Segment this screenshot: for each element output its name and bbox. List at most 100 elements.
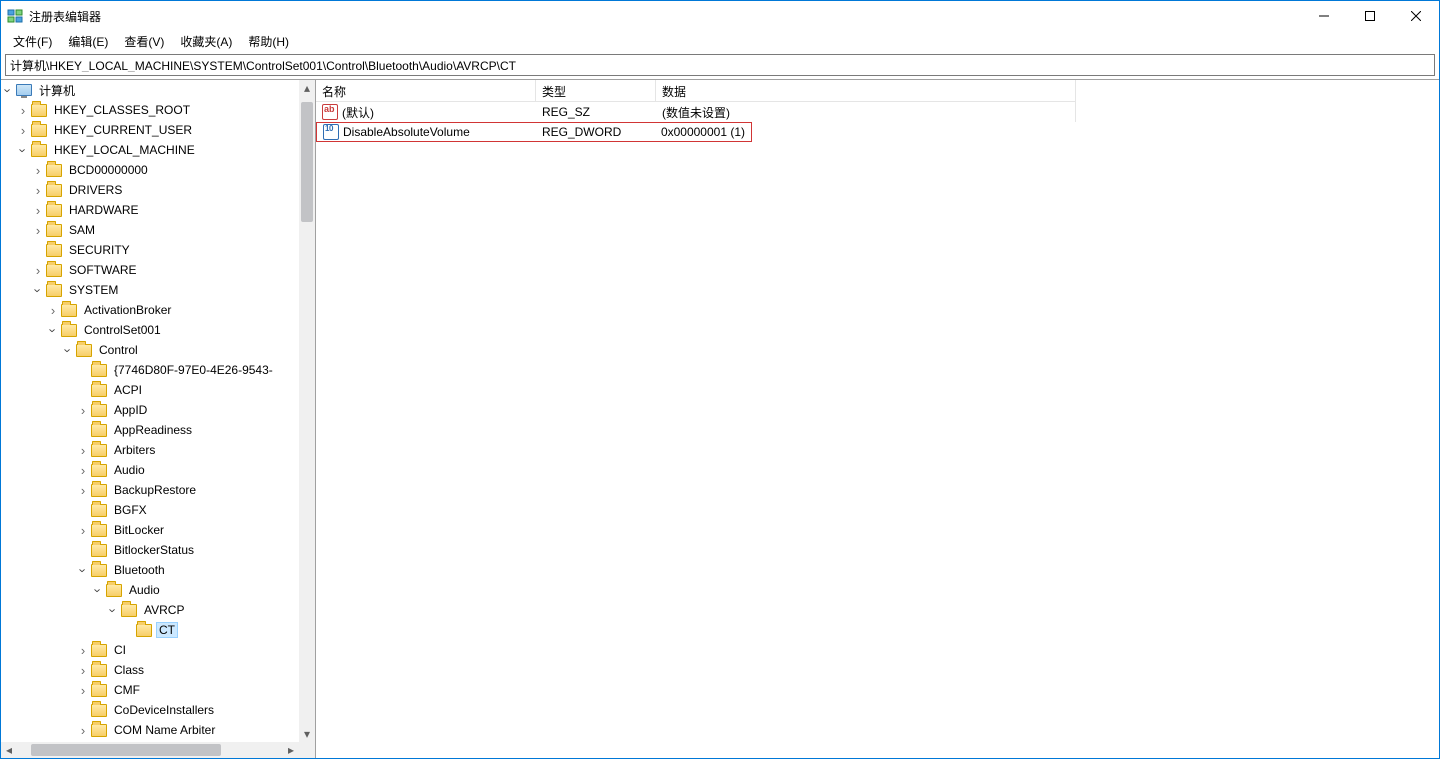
expand-icon[interactable] — [61, 343, 75, 357]
expand-icon[interactable] — [46, 323, 60, 337]
menu-favorites[interactable]: 收藏夹(A) — [172, 31, 240, 52]
expand-icon[interactable] — [76, 483, 90, 497]
tree-item-bcd[interactable]: BCD00000000 — [1, 160, 299, 180]
tree-label: SAM — [66, 222, 98, 238]
folder-icon — [31, 144, 47, 157]
tree-item-controlset001[interactable]: ControlSet001 — [1, 320, 299, 340]
expand-icon[interactable] — [106, 603, 120, 617]
tree-item-hklm[interactable]: HKEY_LOCAL_MACHINE — [1, 140, 299, 160]
tree-item-audio[interactable]: Audio — [1, 460, 299, 480]
folder-icon — [46, 224, 62, 237]
expand-spacer — [31, 243, 45, 257]
expand-icon[interactable] — [76, 683, 90, 697]
tree-item-hkcr[interactable]: HKEY_CLASSES_ROOT — [1, 100, 299, 120]
expand-icon[interactable] — [76, 403, 90, 417]
tree-item-ct[interactable]: CT — [1, 620, 299, 640]
value-type: REG_DWORD — [542, 125, 621, 139]
value-name: DisableAbsoluteVolume — [343, 125, 470, 139]
tree-item-ci[interactable]: CI — [1, 640, 299, 660]
address-input[interactable] — [10, 58, 1430, 72]
titlebar[interactable]: 注册表编辑器 — [1, 1, 1439, 31]
menu-view[interactable]: 查看(V) — [116, 31, 172, 52]
maximize-button[interactable] — [1347, 1, 1393, 31]
column-header-data[interactable]: 数据 — [656, 80, 1076, 102]
main-split: 计算机 HKEY_CLASSES_ROOT HKEY_CURRENT_USER — [1, 79, 1439, 758]
expand-icon[interactable] — [76, 463, 90, 477]
tree-item-control[interactable]: Control — [1, 340, 299, 360]
expand-icon[interactable] — [16, 143, 30, 157]
tree-item-bluetooth[interactable]: Bluetooth — [1, 560, 299, 580]
tree-item-codeviceinstallers[interactable]: CoDeviceInstallers — [1, 700, 299, 720]
tree-item-drivers[interactable]: DRIVERS — [1, 180, 299, 200]
expand-icon[interactable] — [76, 523, 90, 537]
tree-item-bitlockerstatus[interactable]: BitlockerStatus — [1, 540, 299, 560]
tree-item-guid[interactable]: {7746D80F-97E0-4E26-9543- — [1, 360, 299, 380]
folder-icon — [91, 544, 107, 557]
column-header-name[interactable]: 名称 — [316, 80, 536, 102]
scroll-thumb[interactable] — [31, 744, 221, 756]
tree-item-cmf[interactable]: CMF — [1, 680, 299, 700]
tree-item-computer[interactable]: 计算机 — [1, 80, 299, 100]
expand-icon[interactable] — [76, 643, 90, 657]
value-row-disableabsolutevolume[interactable]: DisableAbsoluteVolume REG_DWORD 0x000000… — [316, 122, 752, 142]
expand-icon[interactable] — [31, 163, 45, 177]
menu-file[interactable]: 文件(F) — [5, 31, 60, 52]
menu-edit[interactable]: 编辑(E) — [60, 31, 116, 52]
folder-icon — [91, 704, 107, 717]
address-bar[interactable] — [5, 54, 1435, 76]
scroll-thumb[interactable] — [301, 102, 313, 222]
tree-item-acpi[interactable]: ACPI — [1, 380, 299, 400]
expand-icon[interactable] — [31, 283, 45, 297]
tree-item-appreadiness[interactable]: AppReadiness — [1, 420, 299, 440]
tree-item-bt-audio[interactable]: Audio — [1, 580, 299, 600]
minimize-button[interactable] — [1301, 1, 1347, 31]
expand-icon[interactable] — [31, 183, 45, 197]
tree-item-hardware[interactable]: HARDWARE — [1, 200, 299, 220]
expand-icon[interactable] — [31, 263, 45, 277]
expand-spacer — [76, 543, 90, 557]
expand-icon[interactable] — [76, 443, 90, 457]
tree-item-avrcp[interactable]: AVRCP — [1, 600, 299, 620]
tree-item-bitlocker[interactable]: BitLocker — [1, 520, 299, 540]
expand-icon[interactable] — [76, 723, 90, 737]
folder-icon — [106, 584, 122, 597]
registry-tree[interactable]: 计算机 HKEY_CLASSES_ROOT HKEY_CURRENT_USER — [1, 80, 299, 742]
tree-horizontal-scrollbar[interactable]: ◂ ▸ — [1, 742, 315, 758]
column-header-type[interactable]: 类型 — [536, 80, 656, 102]
tree-item-comnamearbiter[interactable]: COM Name Arbiter — [1, 720, 299, 740]
tree-item-backuprestore[interactable]: BackupRestore — [1, 480, 299, 500]
tree-label: SOFTWARE — [66, 262, 140, 278]
tree-item-sam[interactable]: SAM — [1, 220, 299, 240]
scroll-right-icon[interactable]: ▸ — [283, 742, 299, 758]
expand-icon[interactable] — [1, 83, 15, 97]
scroll-left-icon[interactable]: ◂ — [1, 742, 17, 758]
tree-item-hkcu[interactable]: HKEY_CURRENT_USER — [1, 120, 299, 140]
expand-icon[interactable] — [76, 663, 90, 677]
close-button[interactable] — [1393, 1, 1439, 31]
tree-item-arbiters[interactable]: Arbiters — [1, 440, 299, 460]
folder-icon — [121, 604, 137, 617]
scroll-up-icon[interactable]: ▴ — [299, 80, 315, 96]
menu-help[interactable]: 帮助(H) — [240, 31, 297, 52]
expand-icon[interactable] — [91, 583, 105, 597]
tree-item-bgfx[interactable]: BGFX — [1, 500, 299, 520]
values-pane: 名称 类型 数据 (默认) REG_SZ (数值未设置) DisableAbso — [316, 80, 1439, 758]
tree-item-security[interactable]: SECURITY — [1, 240, 299, 260]
expand-icon[interactable] — [46, 303, 60, 317]
folder-icon — [136, 624, 152, 637]
tree-vertical-scrollbar[interactable]: ▴ ▾ — [299, 80, 315, 742]
values-list[interactable]: (默认) REG_SZ (数值未设置) DisableAbsoluteVolum… — [316, 102, 1439, 758]
tree-item-appid[interactable]: AppID — [1, 400, 299, 420]
value-row-default[interactable]: (默认) REG_SZ (数值未设置) — [316, 102, 1439, 122]
expand-icon[interactable] — [16, 103, 30, 117]
expand-icon[interactable] — [76, 563, 90, 577]
tree-item-system[interactable]: SYSTEM — [1, 280, 299, 300]
expand-icon[interactable] — [31, 203, 45, 217]
expand-icon[interactable] — [16, 123, 30, 137]
tree-item-software[interactable]: SOFTWARE — [1, 260, 299, 280]
scroll-down-icon[interactable]: ▾ — [299, 726, 315, 742]
folder-icon — [31, 124, 47, 137]
tree-item-class[interactable]: Class — [1, 660, 299, 680]
expand-icon[interactable] — [31, 223, 45, 237]
tree-item-activationbroker[interactable]: ActivationBroker — [1, 300, 299, 320]
